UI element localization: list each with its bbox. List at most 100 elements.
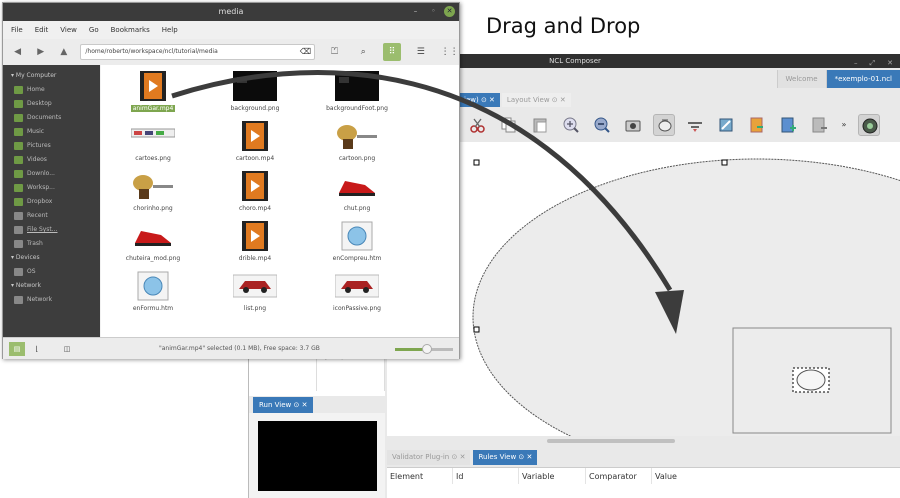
- clear-icon[interactable]: ⌫: [300, 45, 311, 59]
- file-item[interactable]: chorinho.png: [103, 171, 203, 212]
- minimize-icon[interactable]: –: [410, 6, 421, 17]
- zoom-out-icon[interactable]: [591, 114, 613, 136]
- zoom-slider[interactable]: [395, 344, 453, 354]
- properties-icon[interactable]: [715, 114, 737, 136]
- column-header-value[interactable]: Value: [652, 468, 752, 484]
- maximize-icon[interactable]: ◦: [428, 6, 439, 17]
- remove-icon[interactable]: [808, 114, 830, 136]
- compact-view-icon[interactable]: ⋮⋮: [440, 43, 459, 61]
- tab-layout-view[interactable]: Layout View ⊙ ✕: [501, 93, 571, 107]
- tab-layout-view-controls[interactable]: ⊙ ✕: [552, 96, 566, 104]
- sidebar-item-music[interactable]: Music: [3, 125, 100, 139]
- sidebar-group-network[interactable]: ▾ Network: [3, 279, 100, 293]
- forward-icon[interactable]: ▶: [34, 47, 47, 57]
- file-name: cartoon.png: [338, 155, 376, 162]
- close-icon[interactable]: ✕: [887, 56, 893, 70]
- file-name: enCompreu.htm: [332, 255, 382, 262]
- search-icon[interactable]: ⌕: [354, 43, 373, 61]
- list-view-icon[interactable]: ☰: [411, 43, 430, 61]
- zoom-slider-handle[interactable]: [421, 344, 432, 354]
- column-header-variable[interactable]: Variable: [519, 468, 586, 484]
- maximize-icon[interactable]: ⤢: [870, 56, 876, 70]
- menu-go[interactable]: Go: [89, 26, 99, 34]
- import-icon[interactable]: [746, 114, 768, 136]
- show-treeview-icon[interactable]: ⌊: [29, 342, 45, 356]
- tab-validator-controls[interactable]: ⊙ ✕: [451, 453, 465, 461]
- file-item[interactable]: cartoon.png: [307, 121, 407, 162]
- screenshot-stage: Drag and Drop NCL Composer – ⤢ ✕ Welcome…: [0, 0, 900, 498]
- canvas-horizontal-scrollbar[interactable]: [547, 439, 675, 443]
- file-item[interactable]: iconPassive.png: [307, 271, 407, 312]
- file-item[interactable]: background.png: [205, 71, 305, 112]
- sidebar-item-os[interactable]: OS: [3, 265, 100, 279]
- column-header-id[interactable]: Id: [453, 468, 519, 484]
- file-item[interactable]: drible.mp4: [205, 221, 305, 262]
- file-item[interactable]: enCompreu.htm: [307, 221, 407, 262]
- paste-icon[interactable]: [529, 114, 551, 136]
- menu-bookmarks[interactable]: Bookmarks: [111, 26, 150, 34]
- sidebar-item-recent[interactable]: Recent: [3, 209, 100, 223]
- tab-exemplo-01[interactable]: *exemplo-01.ncl: [825, 70, 900, 88]
- file-item[interactable]: cartoes.png: [103, 121, 203, 162]
- structural-canvas[interactable]: [387, 142, 900, 436]
- tab-validator-plugin[interactable]: Validator Plug-in ⊙ ✕: [387, 450, 471, 465]
- zoom-in-icon[interactable]: [560, 114, 582, 136]
- menu-help[interactable]: Help: [162, 26, 178, 34]
- sidebar-item-pictures[interactable]: Pictures: [3, 139, 100, 153]
- sidebar-item-network[interactable]: Network: [3, 293, 100, 307]
- location-input[interactable]: /home/roberto/workspace/ncl/tutorial/med…: [80, 44, 316, 60]
- region-icon[interactable]: [653, 114, 675, 136]
- tab-rules-view[interactable]: Rules View ⊙ ✕: [473, 450, 538, 465]
- file-item[interactable]: chut.png: [307, 171, 407, 212]
- grid-icon[interactable]: [858, 114, 880, 136]
- show-places-icon[interactable]: ▤: [9, 342, 25, 356]
- file-item[interactable]: animGar.mp4: [103, 71, 203, 112]
- camera-icon[interactable]: [622, 114, 644, 136]
- sidebar-item-downlo[interactable]: Downlo...: [3, 167, 100, 181]
- sidebar-group-my-computer[interactable]: ▾ My Computer: [3, 69, 100, 83]
- file-item[interactable]: enFormu.htm: [103, 271, 203, 312]
- file-thumbnail-gramophone-icon: [307, 121, 407, 153]
- tab-structural-view-controls[interactable]: ⊙ ✕: [481, 96, 495, 104]
- copy-icon[interactable]: [498, 114, 520, 136]
- sidebar-item-documents[interactable]: Documents: [3, 111, 100, 125]
- menu-edit[interactable]: Edit: [35, 26, 49, 34]
- tab-structural-view[interactable]: iew) ⊙ ✕: [459, 93, 500, 107]
- sidebar-item-file-syst[interactable]: File Syst...: [3, 223, 100, 237]
- column-header-element[interactable]: Element: [387, 468, 453, 484]
- file-item[interactable]: backgroundFoot.png: [307, 71, 407, 112]
- up-icon[interactable]: ▲: [57, 47, 70, 57]
- close-icon[interactable]: ✕: [444, 6, 455, 17]
- sidebar-group-devices[interactable]: ▾ Devices: [3, 251, 100, 265]
- icon-view-icon[interactable]: ⠿: [382, 43, 402, 61]
- sidebar-item-dropbox[interactable]: Dropbox: [3, 195, 100, 209]
- back-icon[interactable]: ◀: [11, 47, 24, 57]
- sidebar-item-desktop[interactable]: Desktop: [3, 97, 100, 111]
- column-header-comparator[interactable]: Comparator: [586, 468, 652, 484]
- videos-icon: [14, 156, 23, 164]
- tab-rules-controls[interactable]: ⊙ ✕: [518, 453, 532, 461]
- home-icon: [14, 86, 23, 94]
- sidebar-item-videos[interactable]: Videos: [3, 153, 100, 167]
- add-icon[interactable]: [777, 114, 799, 136]
- sidebar-item-home[interactable]: Home: [3, 83, 100, 97]
- file-item[interactable]: list.png: [205, 271, 305, 312]
- sidebar-item-trash[interactable]: Trash: [3, 237, 100, 251]
- menu-view[interactable]: View: [60, 26, 77, 34]
- minimize-icon[interactable]: –: [854, 56, 858, 70]
- align-icon[interactable]: [684, 114, 706, 136]
- sidebar-item-label: Pictures: [27, 142, 51, 149]
- scissors-icon[interactable]: [467, 114, 489, 136]
- toggle-location-icon[interactable]: ⏍: [325, 43, 344, 61]
- sidebar-item-label: OS: [27, 268, 36, 275]
- hide-sidebar-icon[interactable]: ◫: [59, 342, 75, 356]
- tab-run-view-controls[interactable]: ⊙ ✕: [294, 401, 308, 409]
- sidebar-item-worksp[interactable]: Worksp...: [3, 181, 100, 195]
- file-item[interactable]: choro.mp4: [205, 171, 305, 212]
- file-item[interactable]: chuteira_mod.png: [103, 221, 203, 262]
- menu-file[interactable]: File: [11, 26, 23, 34]
- more-icon[interactable]: »: [839, 114, 849, 136]
- file-item[interactable]: cartoon.mp4: [205, 121, 305, 162]
- tab-welcome[interactable]: Welcome: [776, 70, 826, 88]
- tab-run-view[interactable]: Run View ⊙ ✕: [253, 397, 314, 413]
